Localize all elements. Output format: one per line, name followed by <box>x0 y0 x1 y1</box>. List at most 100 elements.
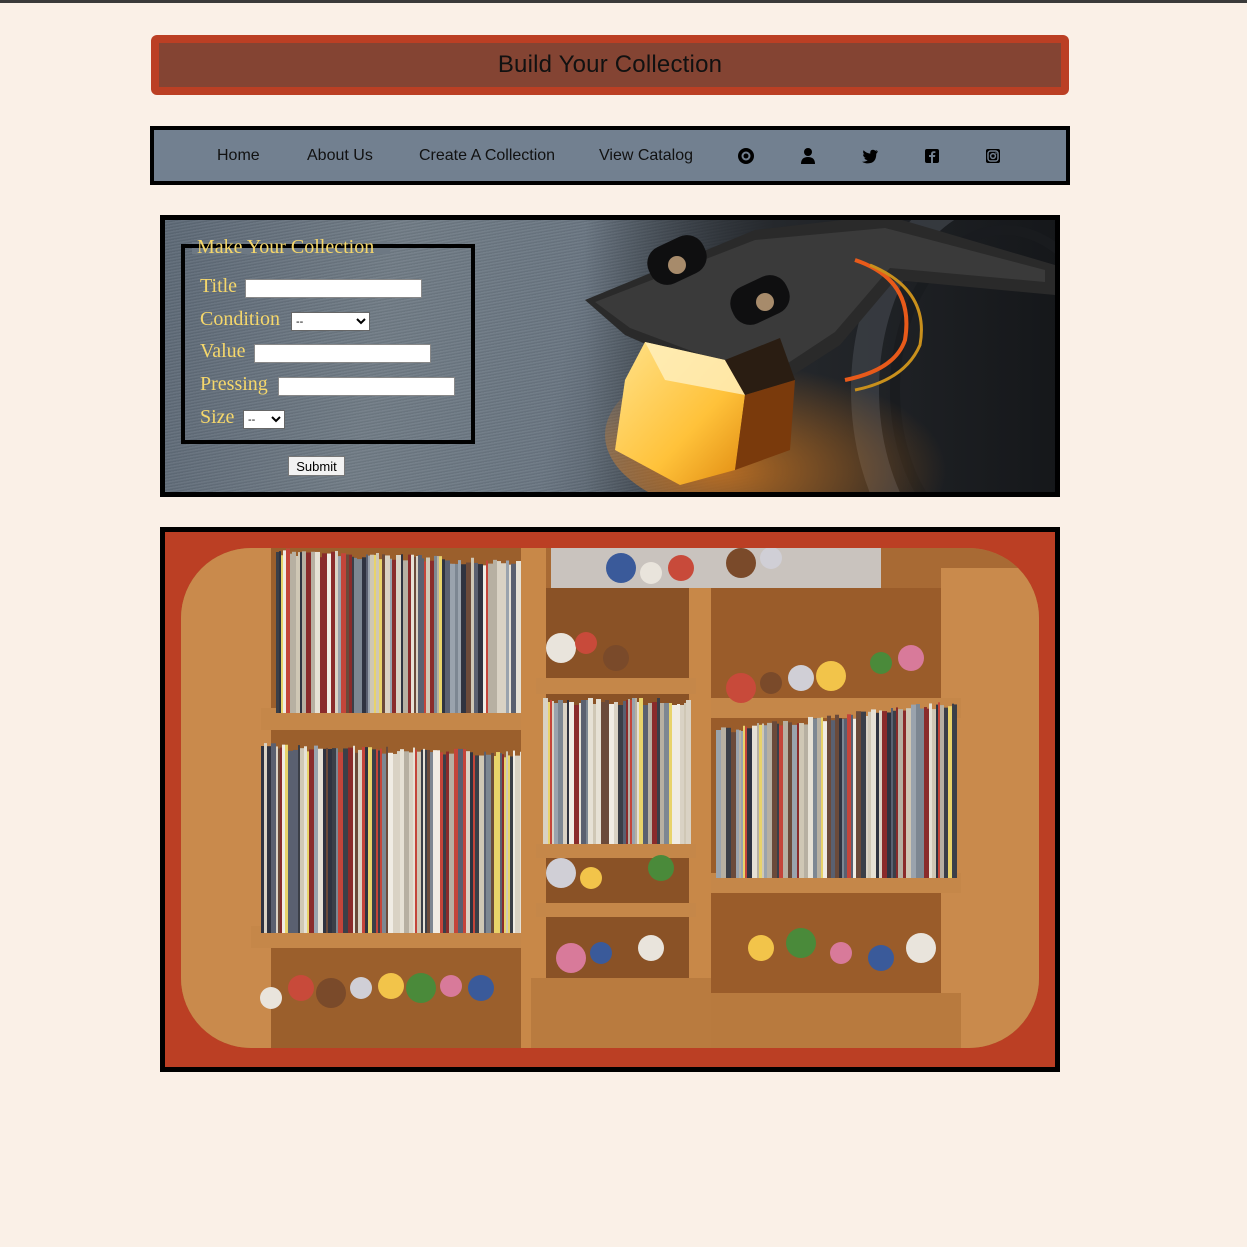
record-spine <box>813 718 817 878</box>
record-spine <box>643 705 648 844</box>
pressing-input[interactable] <box>278 377 455 396</box>
condition-select[interactable]: -- <box>291 312 370 331</box>
record-spine <box>567 700 569 844</box>
record-spine <box>736 729 739 878</box>
record-spine <box>366 554 368 713</box>
record-spine <box>343 748 348 933</box>
record-spine <box>452 563 455 713</box>
record-spine <box>924 707 927 878</box>
record-spine <box>940 705 944 878</box>
record-spine <box>354 557 357 713</box>
record-spine <box>515 755 520 933</box>
record-spine <box>804 724 808 878</box>
record-spine <box>511 563 516 713</box>
record-spine <box>355 752 358 933</box>
record-spine <box>817 717 821 878</box>
record-spine <box>415 749 417 933</box>
record-spine <box>929 703 932 878</box>
record-spine <box>276 746 278 933</box>
record-spine <box>879 710 882 878</box>
figurine <box>556 943 586 973</box>
top-border <box>0 0 1247 3</box>
record-spine <box>637 702 639 844</box>
record-spine <box>454 748 458 933</box>
record-spine <box>543 698 548 844</box>
nav-item-about-us[interactable]: About Us <box>307 130 373 181</box>
record-spine <box>358 749 362 933</box>
record-spine <box>430 752 433 933</box>
record-spine <box>847 714 851 878</box>
figurine <box>580 867 602 889</box>
figurine <box>406 973 436 1003</box>
record-spine <box>501 563 506 713</box>
value-input[interactable] <box>254 344 431 363</box>
figurine <box>906 933 936 963</box>
record-spine <box>304 746 307 933</box>
figurine <box>468 975 494 1001</box>
nav-item-view-catalog[interactable]: View Catalog <box>599 130 693 181</box>
record-spine <box>851 714 853 878</box>
record-spine <box>952 703 954 878</box>
record-spine <box>368 555 370 713</box>
submit-button[interactable]: Submit <box>288 456 345 476</box>
record-spine <box>759 724 762 878</box>
record-spine <box>868 711 871 878</box>
record-spine <box>439 556 442 713</box>
record-spine <box>660 703 664 844</box>
record-spine <box>772 721 777 878</box>
record-spine <box>430 560 434 713</box>
record-spine <box>626 700 628 844</box>
figurine <box>726 548 756 578</box>
record-spine <box>414 556 416 713</box>
size-select[interactable]: -- <box>243 410 285 429</box>
record-spine <box>386 746 388 933</box>
record-spine <box>443 754 446 933</box>
record-spine <box>630 700 632 844</box>
record-spine <box>731 732 736 878</box>
record-spine <box>450 563 452 713</box>
record-spine <box>788 722 792 878</box>
vinyl-record-icon[interactable] <box>736 146 756 166</box>
record-spine <box>372 749 376 933</box>
record-spine <box>403 560 408 713</box>
nav-item-create-a-collection[interactable]: Create A Collection <box>419 130 555 181</box>
record-spine <box>500 753 502 933</box>
figurine <box>760 548 782 569</box>
record-spine <box>876 712 879 878</box>
record-spine <box>388 752 393 933</box>
record-spine <box>779 725 783 878</box>
record-spine <box>548 702 550 844</box>
record-spine <box>936 704 938 878</box>
record-spine <box>376 553 379 713</box>
twitter-icon[interactable] <box>860 146 880 166</box>
record-spine <box>368 747 372 933</box>
record-spine <box>954 704 957 878</box>
record-spine <box>726 727 731 878</box>
title-input[interactable] <box>245 279 422 298</box>
record-spine <box>478 564 483 713</box>
facebook-icon[interactable] <box>922 146 942 166</box>
record-spine <box>764 725 767 878</box>
nav-item-home[interactable]: Home <box>217 130 260 181</box>
user-icon[interactable] <box>798 146 818 166</box>
record-spine <box>792 724 797 878</box>
record-spine <box>385 555 390 713</box>
instagram-icon[interactable] <box>983 146 1003 166</box>
record-spine <box>298 552 300 713</box>
pressing-label: Pressing <box>200 373 268 395</box>
record-spine <box>927 708 929 878</box>
figurine <box>575 632 597 654</box>
record-spine <box>298 745 300 933</box>
record-spine <box>635 698 637 844</box>
size-label: Size <box>200 406 235 428</box>
record-spine <box>856 711 861 878</box>
record-spine <box>400 749 404 933</box>
record-spine <box>752 725 757 878</box>
record-spine <box>300 552 302 713</box>
record-spine <box>799 723 804 878</box>
record-spine <box>380 748 382 933</box>
record-spine <box>352 556 354 713</box>
record-spine <box>440 752 443 933</box>
record-spine <box>639 698 643 844</box>
record-spine <box>311 551 315 713</box>
